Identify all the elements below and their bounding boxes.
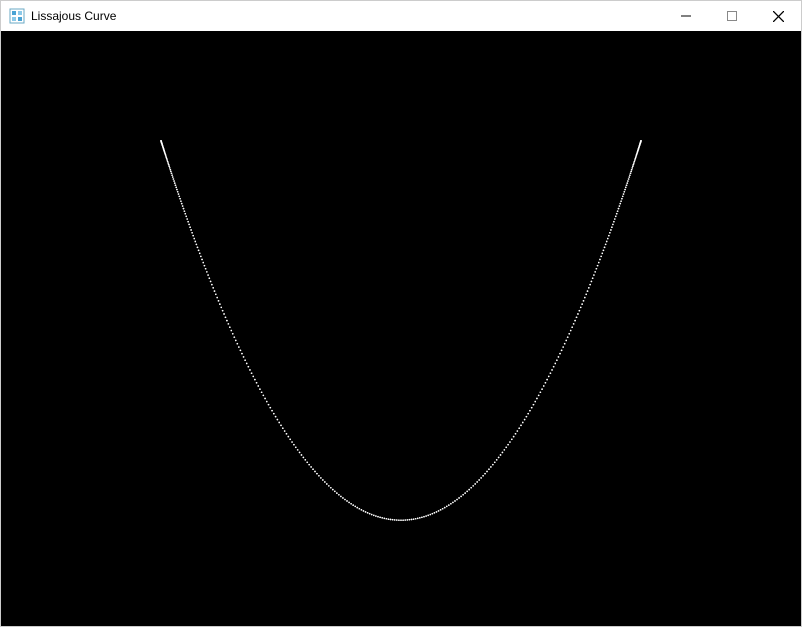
lissajous-curve (1, 31, 801, 626)
window-title: Lissajous Curve (31, 1, 663, 31)
client-area (1, 31, 801, 626)
titlebar[interactable]: Lissajous Curve (1, 1, 801, 31)
minimize-icon (681, 11, 691, 21)
close-button[interactable] (755, 1, 801, 31)
minimize-button[interactable] (663, 1, 709, 31)
maximize-icon (727, 11, 737, 21)
maximize-button[interactable] (709, 1, 755, 31)
window-controls (663, 1, 801, 31)
app-icon (9, 8, 25, 24)
close-icon (773, 11, 784, 22)
window-frame: Lissajous Curve (0, 0, 802, 627)
